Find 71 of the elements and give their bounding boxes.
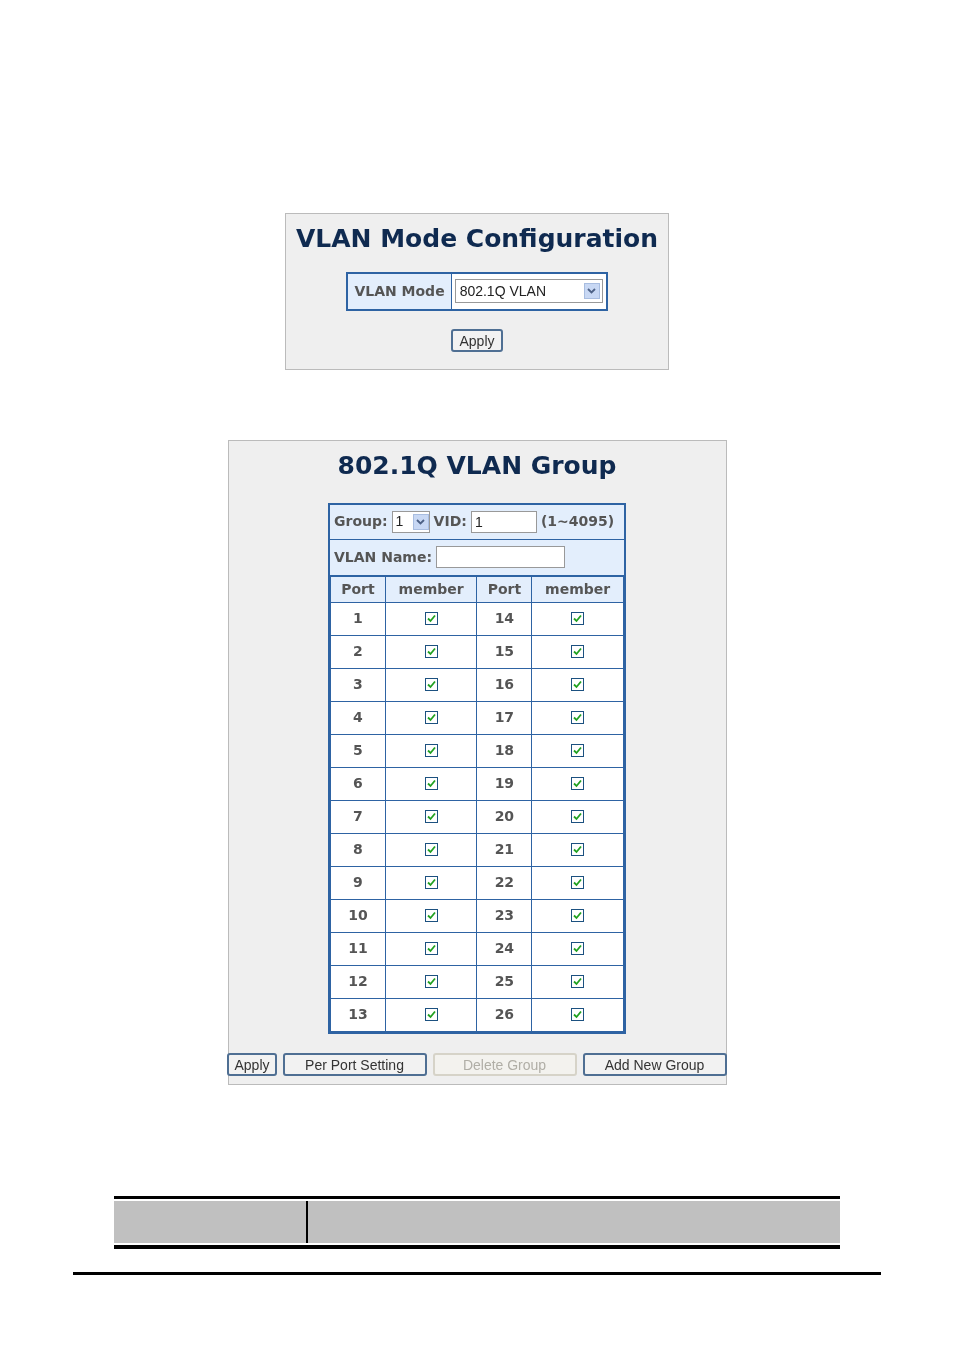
checkbox[interactable]	[424, 645, 438, 658]
checkbox[interactable]	[424, 975, 438, 988]
port-number-cell: 6	[330, 767, 386, 800]
checkbox[interactable]	[571, 744, 585, 757]
port-number-cell: 22	[477, 866, 532, 899]
column-header: member	[531, 576, 624, 602]
vlan-mode-select[interactable]: 802.1Q VLAN	[454, 279, 603, 303]
port-number-cell: 1	[330, 602, 386, 635]
checkbox[interactable]	[571, 678, 585, 691]
checkbox[interactable]	[424, 777, 438, 790]
port-number-cell: 17	[477, 701, 532, 734]
checkbox[interactable]	[424, 1008, 438, 1021]
port-number-cell: 4	[330, 701, 386, 734]
checkbox[interactable]	[424, 678, 438, 691]
field-label: VLAN Mode	[348, 273, 452, 309]
checkbox[interactable]	[571, 876, 585, 889]
checkbox[interactable]	[424, 843, 438, 856]
column-header: Port	[330, 576, 386, 602]
port-number-cell: 14	[477, 602, 532, 635]
column-header: Port	[477, 576, 532, 602]
checkbox[interactable]	[424, 744, 438, 757]
port-number-cell: 8	[330, 833, 386, 866]
field-label: Group:	[334, 512, 388, 531]
port-number-cell: 25	[477, 965, 532, 998]
port-number-cell: 26	[477, 998, 532, 1031]
column-header: member	[385, 576, 477, 602]
port-number-cell: 3	[330, 668, 386, 701]
checkbox[interactable]	[424, 909, 438, 922]
checkbox[interactable]	[424, 942, 438, 955]
field-label: VID:	[433, 512, 467, 531]
port-number-cell: 19	[477, 767, 532, 800]
checkbox[interactable]	[424, 876, 438, 889]
port-number-cell: 15	[477, 635, 532, 668]
port-number-cell: 16	[477, 668, 532, 701]
checkbox[interactable]	[571, 810, 585, 823]
checkbox[interactable]	[571, 1008, 585, 1021]
field-label: VLAN Name:	[334, 547, 433, 567]
port-number-cell: 7	[330, 800, 386, 833]
port-number-cell: 12	[330, 965, 386, 998]
vid-input-field[interactable]: 1	[470, 510, 537, 533]
checkbox[interactable]	[571, 975, 585, 988]
checkbox[interactable]	[571, 711, 585, 724]
group-select[interactable]: 1	[391, 510, 430, 533]
checkbox[interactable]	[571, 843, 585, 856]
checkbox[interactable]	[571, 942, 585, 955]
vlan-name-input-field[interactable]	[436, 546, 566, 568]
apply-button[interactable]: Apply	[451, 328, 503, 352]
port-number-cell: 23	[477, 899, 532, 932]
checkbox[interactable]	[571, 909, 585, 922]
action-button[interactable]: Add New Group	[582, 1052, 727, 1076]
checkbox[interactable]	[571, 777, 585, 790]
port-number-cell: 18	[477, 734, 532, 767]
action-button[interactable]: Per Port Setting	[282, 1052, 427, 1076]
action-button[interactable]: Apply	[227, 1052, 277, 1076]
range-hint: (1~4095)	[540, 512, 615, 531]
panel-title: VLAN Mode Configuration	[295, 223, 659, 255]
port-number-cell: 21	[477, 833, 532, 866]
port-number-cell: 20	[477, 800, 532, 833]
checkbox[interactable]	[571, 645, 585, 658]
port-number-cell: 5	[330, 734, 386, 767]
port-number-cell: 2	[330, 635, 386, 668]
checkbox[interactable]	[424, 810, 438, 823]
checkbox[interactable]	[424, 612, 438, 625]
port-number-cell: 13	[330, 998, 386, 1031]
checkbox[interactable]	[424, 711, 438, 724]
port-number-cell: 10	[330, 899, 386, 932]
checkbox[interactable]	[571, 612, 585, 625]
port-number-cell: 9	[330, 866, 386, 899]
panel-title: 802.1Q VLAN Group	[337, 450, 617, 482]
port-number-cell: 24	[477, 932, 532, 965]
port-number-cell: 11	[330, 932, 386, 965]
